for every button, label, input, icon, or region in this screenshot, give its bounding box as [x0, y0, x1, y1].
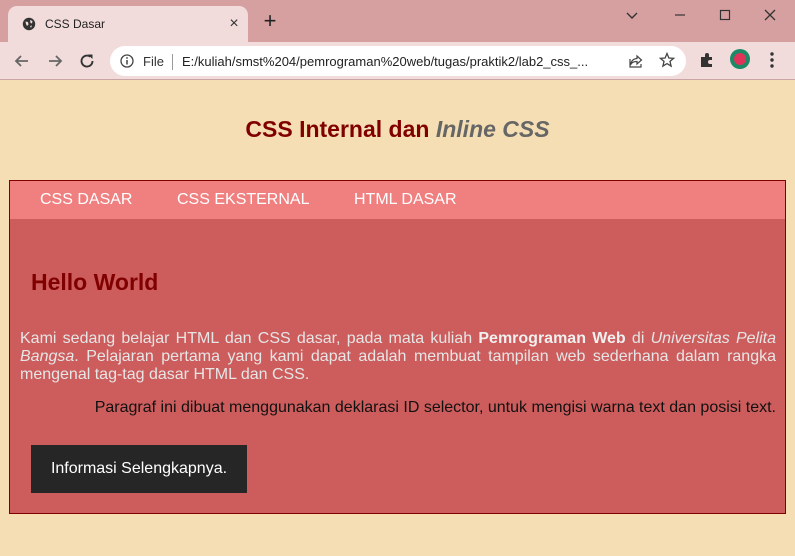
browser-tab-bar: CSS Dasar × + — [0, 0, 795, 42]
heading-text-end: CSS — [495, 116, 550, 142]
nav-link-html-dasar[interactable]: HTML DASAR — [354, 191, 457, 209]
address-bar[interactable]: File E:/kuliah/smst%204/pemrograman%20we… — [110, 46, 686, 76]
content-section: Hello World Kami sedang belajar HTML dan… — [9, 219, 786, 514]
address-separator — [172, 54, 173, 70]
para-text-3: . Pelajaran pertama yang kami dapat adal… — [20, 348, 776, 383]
info-icon[interactable] — [120, 54, 134, 68]
nav-link-css-dasar[interactable]: CSS DASAR — [40, 191, 132, 209]
profile-icon[interactable] — [730, 49, 750, 69]
heading-italic-text: Inline — [435, 116, 496, 142]
minimize-icon[interactable] — [612, 4, 652, 26]
heading-text: CSS Internal dan — [245, 116, 436, 142]
course-name: Pemrograman Web — [478, 330, 626, 347]
url-text[interactable]: E:/kuliah/smst%204/pemrograman%20web/tug… — [182, 54, 618, 69]
globe-icon — [22, 17, 36, 31]
back-icon[interactable] — [12, 51, 32, 71]
intro-paragraph: Kami sedang belajar HTML dan CSS dasar, … — [20, 330, 776, 384]
plus-icon[interactable]: + — [260, 10, 280, 32]
browser-tab[interactable]: CSS Dasar × — [8, 6, 248, 42]
security-label: File — [143, 54, 164, 69]
close-icon[interactable]: × — [226, 16, 242, 32]
para-text: Kami sedang belajar HTML dan CSS dasar, … — [20, 330, 479, 347]
nav-link-css-eksternal[interactable]: CSS EKSTERNAL — [177, 191, 309, 209]
content-title: Hello World — [31, 269, 159, 295]
tab-title: CSS Dasar — [45, 17, 106, 31]
id-selector-paragraph: Paragraf ini dibuat menggunakan deklaras… — [94, 399, 776, 416]
maximize-window-icon[interactable] — [705, 4, 745, 26]
more-info-button[interactable]: Informasi Selengkapnya. — [31, 445, 247, 493]
forward-icon[interactable] — [45, 51, 65, 71]
maximize-icon[interactable] — [660, 4, 700, 26]
reload-icon[interactable] — [77, 51, 97, 71]
nav-bar: CSS DASAR CSS EKSTERNAL HTML DASAR — [9, 180, 786, 220]
menu-icon[interactable] — [764, 51, 780, 69]
window-close-icon[interactable] — [750, 4, 790, 26]
extensions-icon[interactable] — [698, 51, 716, 69]
star-icon[interactable] — [659, 52, 675, 68]
para-text-2: di — [625, 330, 651, 347]
share-icon[interactable] — [628, 53, 644, 69]
page-heading: CSS Internal dan Inline CSS — [0, 116, 795, 143]
browser-toolbar: File E:/kuliah/smst%204/pemrograman%20we… — [0, 42, 795, 80]
